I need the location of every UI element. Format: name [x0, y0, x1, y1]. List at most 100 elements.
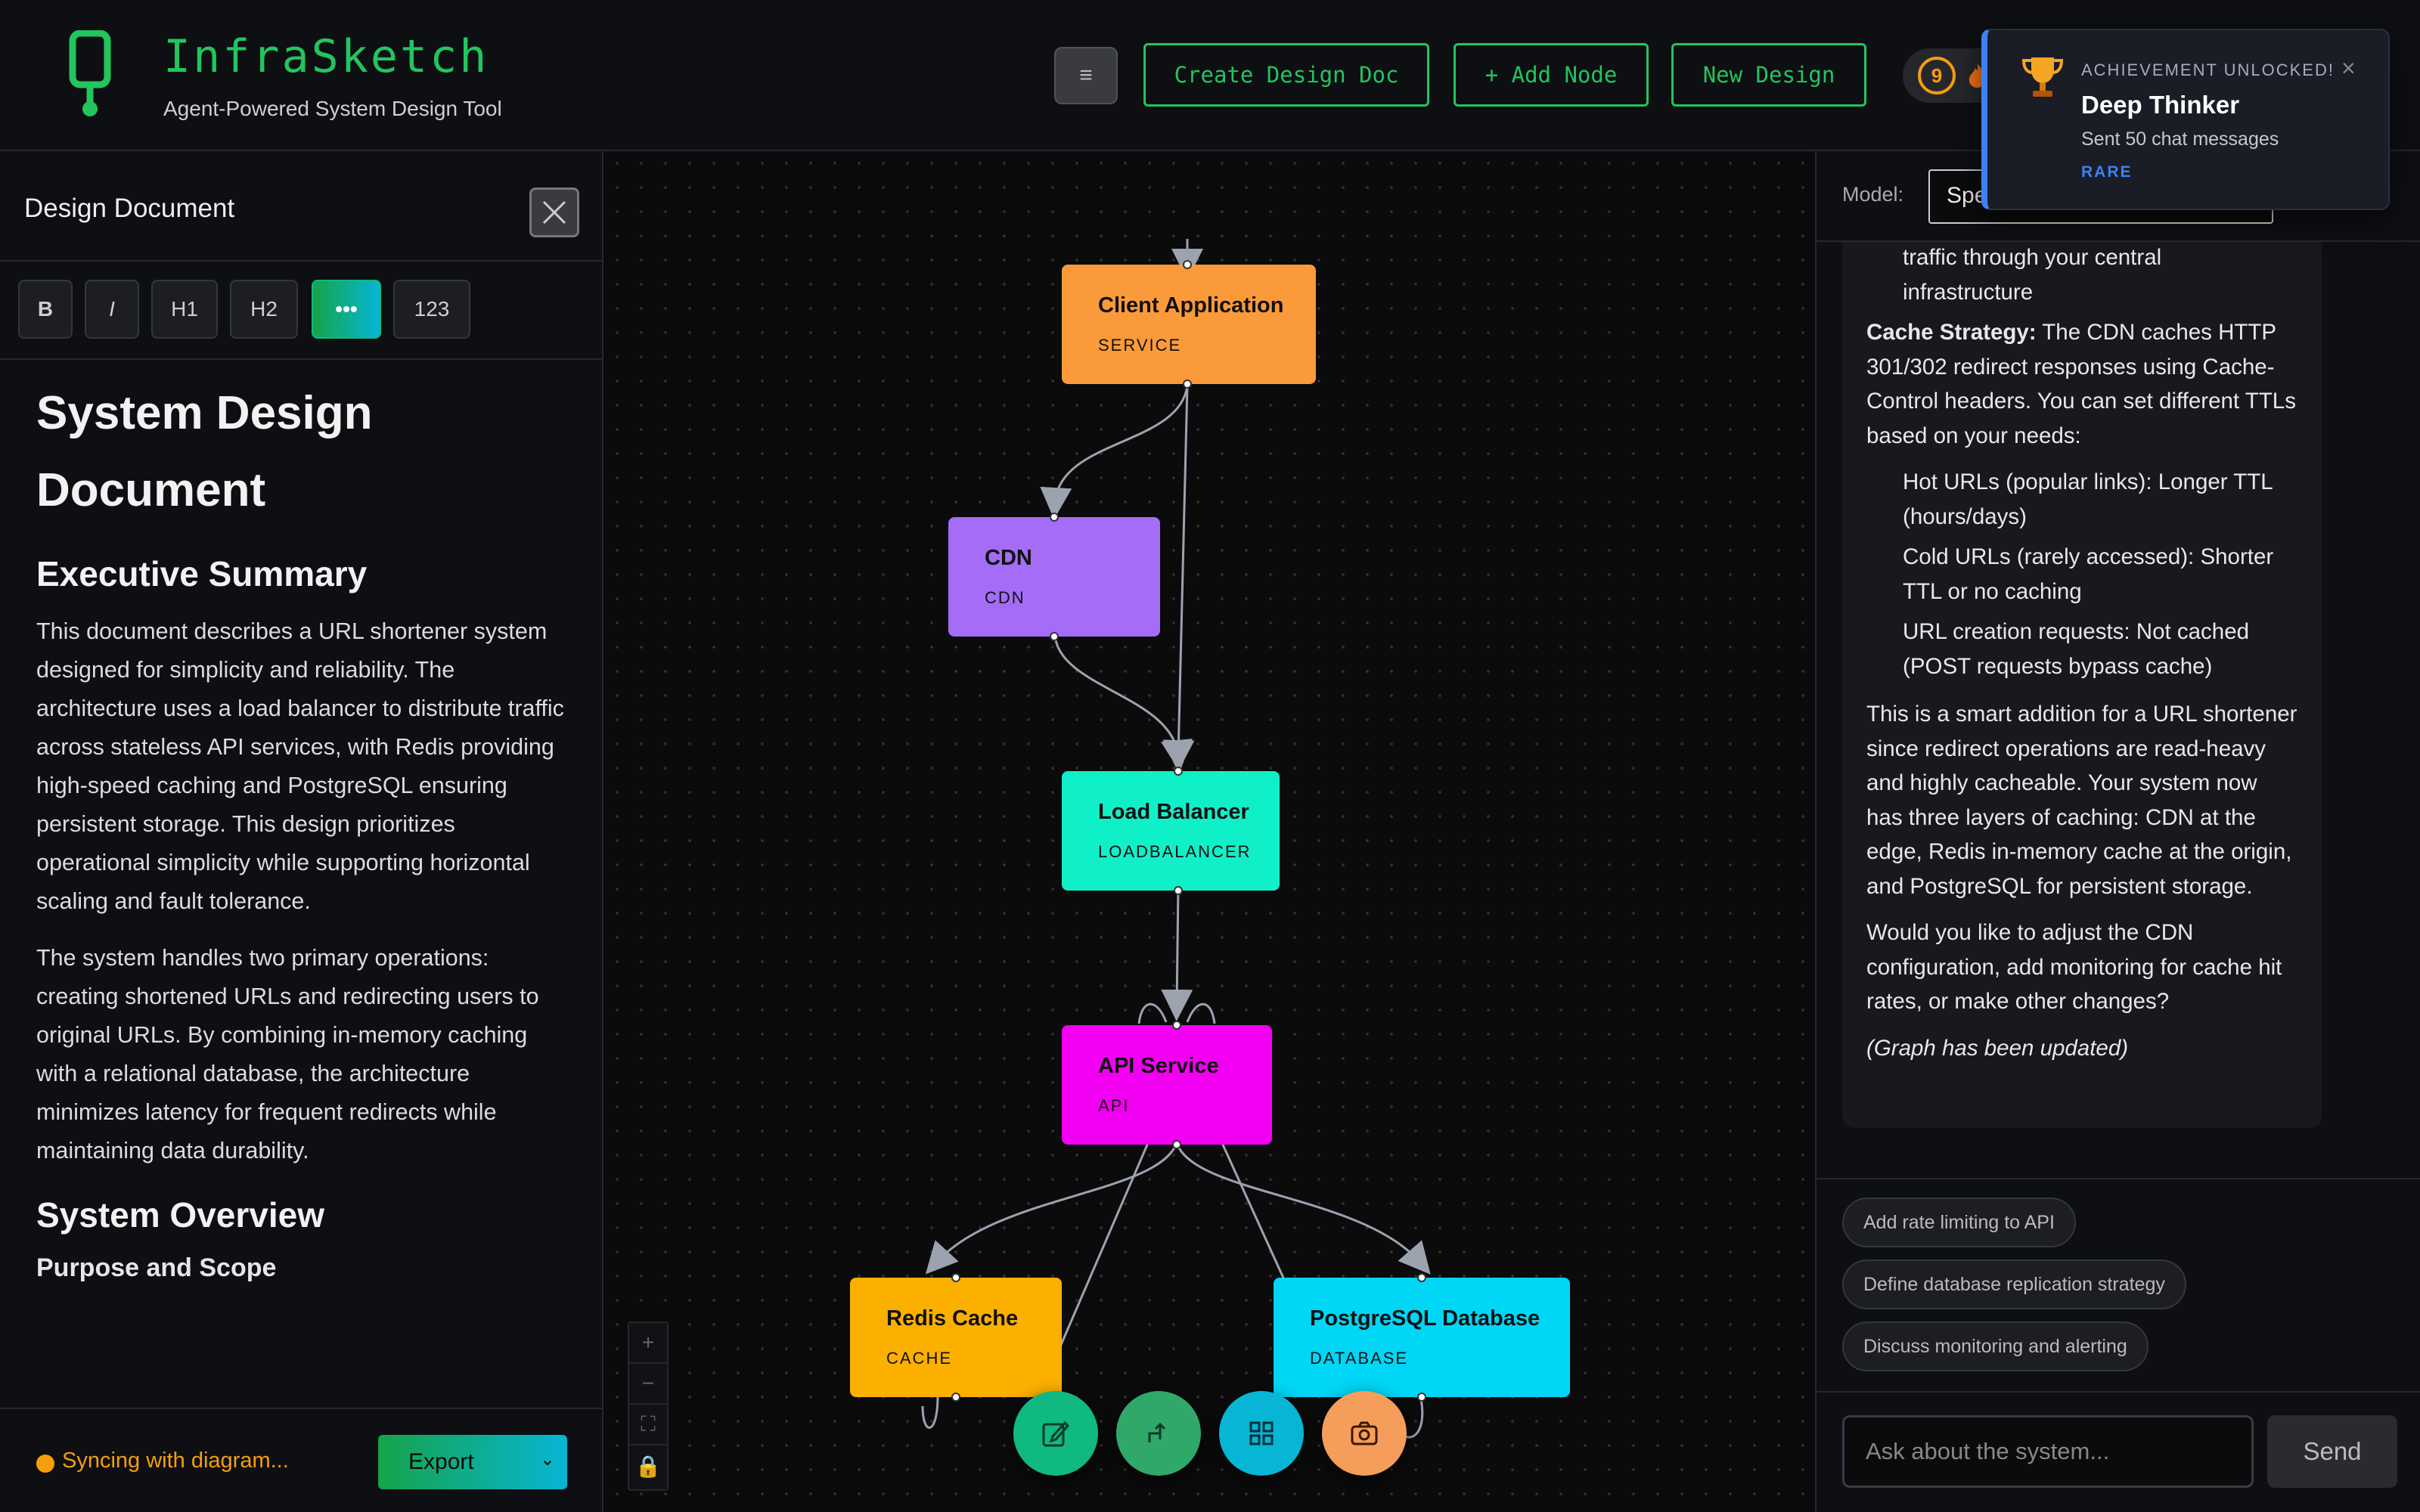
bold-text: Cache Strategy:	[1866, 320, 2037, 345]
node-client-application[interactable]: Client Application SERVICE	[1062, 265, 1316, 384]
zoom-in-button[interactable]: +	[629, 1323, 667, 1364]
zoom-controls: + − ⛶ 🔒	[628, 1321, 669, 1491]
edit-button[interactable]	[1013, 1391, 1098, 1476]
node-postgresql-database[interactable]: PostgreSQL Database DATABASE	[1274, 1278, 1570, 1397]
node-type: API	[1098, 1096, 1130, 1115]
new-design-button[interactable]: New Design	[1671, 43, 1866, 107]
document-body[interactable]: System Design Document Executive Summary…	[36, 360, 566, 1512]
level-badge: 9	[1918, 57, 1956, 94]
node-cdn[interactable]: CDN CDN	[948, 517, 1160, 637]
rarity-badge: RARE	[2081, 163, 2133, 181]
close-icon	[542, 200, 566, 225]
close-document-button[interactable]	[529, 187, 579, 237]
edge-api-loop-right	[1186, 1002, 1216, 1024]
suggestion-chip[interactable]: Define database replication strategy	[1842, 1259, 2186, 1309]
node-type: DATABASE	[1310, 1349, 1409, 1368]
suggestion-chip[interactable]: Add rate limiting to API	[1842, 1198, 2076, 1247]
numbered-list-button[interactable]: 123	[393, 280, 470, 339]
app-title: InfraSketch	[163, 30, 489, 83]
node-type: CDN	[985, 588, 1025, 607]
paragraph: The system handles two primary operation…	[36, 945, 539, 1163]
camera-icon	[1351, 1421, 1378, 1445]
section-heading: Executive Summary	[36, 554, 368, 593]
add-node-button[interactable]: + Add Node	[1454, 43, 1649, 107]
list-item: URL creation requests: Not cached (POST …	[1903, 619, 2250, 679]
node-port[interactable]	[1417, 1273, 1426, 1282]
export-button[interactable]: Export ⌄	[378, 1435, 567, 1489]
bullet-list-button[interactable]: •••	[312, 280, 381, 339]
chat-panel: Model: Spe traffic through your central …	[1815, 151, 2420, 1512]
grid-icon	[1249, 1421, 1274, 1445]
list-item: Cold URLs (rarely accessed): Shorter TTL…	[1903, 544, 2274, 604]
node-port[interactable]	[951, 1273, 960, 1282]
node-label: Redis Cache	[886, 1306, 1019, 1331]
edge-redis-loop	[921, 1395, 939, 1429]
screenshot-button[interactable]	[1322, 1391, 1407, 1476]
menu-button[interactable]: ≡	[1054, 47, 1118, 104]
chat-messages[interactable]: traffic through your central infrastruct…	[1817, 242, 2420, 1178]
document-title-bar: Design Document	[0, 151, 603, 262]
grid-view-button[interactable]	[1219, 1391, 1304, 1476]
italic-button[interactable]: I	[85, 280, 139, 339]
message-text: traffic through your central infrastruct…	[1903, 245, 2162, 305]
node-type: LOADBALANCER	[1098, 842, 1252, 861]
heading2-button[interactable]: H2	[230, 280, 298, 339]
node-api-service[interactable]: API Service API	[1062, 1025, 1272, 1145]
node-port[interactable]	[1174, 767, 1183, 776]
assistant-message: traffic through your central infrastruct…	[1842, 242, 2322, 1128]
edge-client-lb	[1162, 385, 1195, 772]
node-port[interactable]	[1183, 260, 1192, 269]
node-label: PostgreSQL Database	[1310, 1306, 1540, 1331]
export-label: Export	[408, 1449, 474, 1474]
bold-button[interactable]: B	[18, 280, 73, 339]
document-panel-title: Design Document	[24, 194, 235, 223]
create-design-doc-button[interactable]: Create Design Doc	[1143, 43, 1429, 107]
layout-button[interactable]	[1116, 1391, 1201, 1476]
send-button[interactable]: Send	[2267, 1415, 2397, 1488]
message-paragraph: Would you like to adjust the CDN configu…	[1866, 920, 2282, 1014]
graph-updated-note: (Graph has been updated)	[1866, 1035, 2129, 1061]
design-document-panel: Design Document B I H1 H2 ••• 123 System…	[0, 151, 603, 1512]
node-port[interactable]	[1417, 1393, 1426, 1402]
toast-description: Sent 50 chat messages	[2081, 129, 2279, 150]
list-item: Hot URLs (popular links): Longer TTL (ho…	[1903, 469, 2273, 529]
fit-view-button[interactable]: ⛶	[629, 1405, 667, 1445]
node-port[interactable]	[1050, 513, 1059, 522]
node-port[interactable]	[951, 1393, 960, 1402]
edge-cdn-lb	[1053, 634, 1193, 772]
sync-status-dot	[36, 1455, 54, 1473]
chat-input[interactable]	[1842, 1415, 2254, 1488]
document-heading: System Design Document	[36, 387, 373, 516]
paragraph: This document describes a URL shortener …	[36, 618, 564, 914]
heading1-button[interactable]: H1	[151, 280, 218, 339]
achievement-toast: ACHIEVEMENT UNLOCKED! Deep Thinker Sent …	[1981, 29, 2390, 210]
lock-button[interactable]: 🔒	[629, 1445, 667, 1486]
node-port[interactable]	[1174, 886, 1183, 895]
layout-icon	[1148, 1422, 1166, 1442]
edge-client-cdn	[1040, 385, 1189, 519]
trophy-icon	[2021, 57, 2064, 97]
node-type: CACHE	[886, 1349, 953, 1368]
edge-api-loop-left	[1137, 1002, 1168, 1024]
chevron-down-icon: ⌄	[539, 1449, 555, 1470]
close-icon[interactable]: ×	[2341, 54, 2356, 82]
node-label: CDN	[985, 546, 1032, 570]
zoom-out-button[interactable]: −	[629, 1364, 667, 1405]
menu-icon: ≡	[1079, 63, 1093, 88]
message-paragraph: This is a smart addition for a URL short…	[1866, 702, 2297, 899]
document-footer: Syncing with diagram... Export ⌄	[0, 1408, 602, 1512]
suggestion-chip[interactable]: Discuss monitoring and alerting	[1842, 1321, 2149, 1371]
node-label: Load Balancer	[1098, 800, 1249, 824]
node-port[interactable]	[1050, 632, 1059, 641]
node-load-balancer[interactable]: Load Balancer LOADBALANCER	[1062, 771, 1280, 891]
message-paragraph: Cache Strategy: The CDN caches HTTP 301/…	[1866, 315, 2297, 453]
edge-lb-api	[1161, 887, 1193, 1021]
node-port[interactable]	[1172, 1021, 1181, 1030]
diagram-canvas[interactable]: Client Application SERVICE CDN CDN Load …	[605, 151, 1815, 1512]
suggestions: Add rate limiting to API Define database…	[1817, 1178, 2420, 1393]
node-port[interactable]	[1183, 380, 1192, 389]
node-type: SERVICE	[1098, 336, 1182, 355]
node-port[interactable]	[1172, 1140, 1181, 1149]
node-redis-cache[interactable]: Redis Cache CACHE	[850, 1278, 1062, 1397]
model-label: Model:	[1842, 183, 1904, 206]
